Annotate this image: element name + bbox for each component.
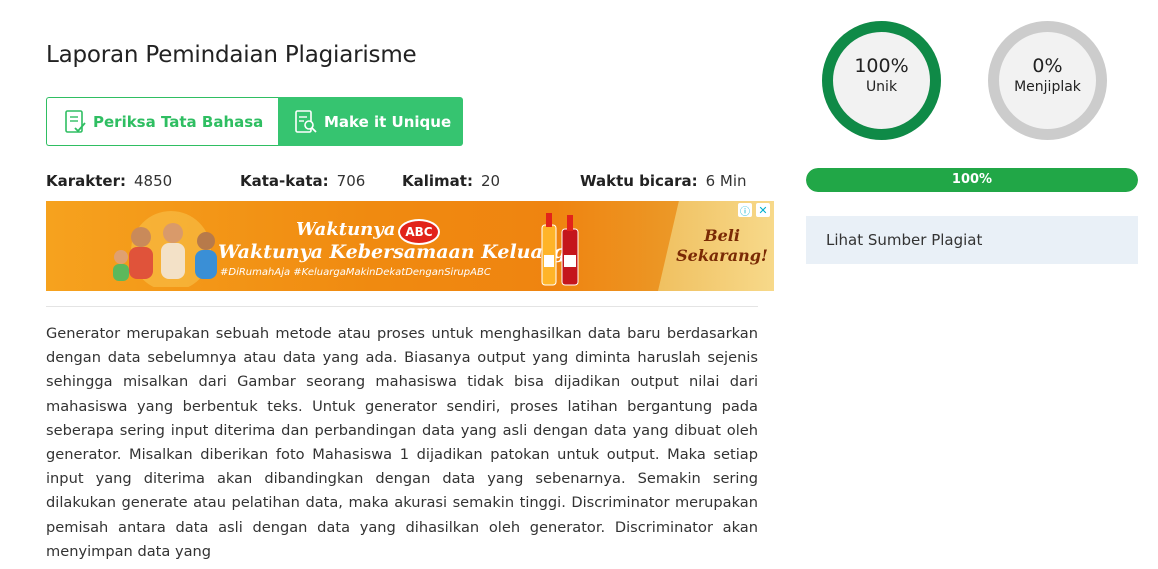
- ad-subline: Waktunya Kebersamaan Keluarga: [218, 241, 579, 263]
- speak-time: Waktu bicara: 6 Min: [580, 172, 747, 190]
- advertisement-banner[interactable]: Waktunya ABC Waktunya Kebersamaan Keluar…: [46, 201, 774, 291]
- progress-text: 100%: [951, 172, 993, 187]
- unique-gauge: 100% Unik: [821, 20, 942, 141]
- text-stats: Karakter: 4850 Kata-kata: 706 Kalimat: 20 W…: [0, 172, 780, 192]
- ad-headline: Waktunya: [296, 219, 396, 240]
- speak-time-label: Waktu bicara:: [580, 172, 698, 190]
- cta-line-1: Beli: [704, 226, 740, 245]
- ad-info-icon[interactable]: ⓘ: [738, 203, 752, 218]
- divider: [46, 306, 758, 307]
- page-title: Laporan Pemindaian Plagiarisme: [46, 42, 417, 68]
- grammar-check-button[interactable]: Periksa Tata Bahasa: [46, 97, 278, 146]
- uniqueness-progress-bar: 100%: [806, 168, 1138, 192]
- sentence-count-label: Kalimat:: [402, 172, 473, 190]
- cta-line-2: Sekarang!: [676, 246, 768, 265]
- document-check-icon: [63, 109, 87, 135]
- plagiarized-gauge: 0% Menjiplak: [987, 20, 1108, 141]
- ad-hashtags: #DiRumahAja #KeluargaMakinDekatDenganSir…: [220, 267, 491, 278]
- word-count-label: Kata-kata:: [240, 172, 329, 190]
- grammar-check-label: Periksa Tata Bahasa: [93, 112, 264, 131]
- document-search-icon: [294, 109, 318, 135]
- syrup-bottles-image: [541, 213, 579, 286]
- character-count-label: Karakter:: [46, 172, 126, 190]
- word-count: Kata-kata: 706: [240, 172, 365, 190]
- sentence-count-value: 20: [480, 172, 501, 190]
- plagiarized-label: Menjiplak: [1014, 79, 1081, 95]
- make-unique-button[interactable]: Make it Unique: [278, 97, 463, 146]
- scanned-text: Generator merupakan sebuah metode atau p…: [46, 325, 758, 560]
- view-plagiarism-sources-button[interactable]: Lihat Sumber Plagiat: [806, 216, 1138, 264]
- sentence-count: Kalimat: 20: [402, 172, 500, 190]
- character-count-value: 4850: [133, 172, 173, 190]
- action-buttons: Periksa Tata Bahasa Make it Unique: [46, 97, 463, 146]
- word-count-value: 706: [336, 172, 366, 190]
- speak-time-value: 6 Min: [705, 172, 747, 190]
- unique-percent: 100%: [854, 55, 909, 77]
- unique-label: Unik: [865, 79, 898, 95]
- character-count: Karakter: 4850: [46, 172, 172, 190]
- plagiarized-percent: 0%: [1032, 55, 1063, 77]
- make-unique-label: Make it Unique: [324, 112, 452, 131]
- ad-close-icon[interactable]: ✕: [756, 203, 770, 217]
